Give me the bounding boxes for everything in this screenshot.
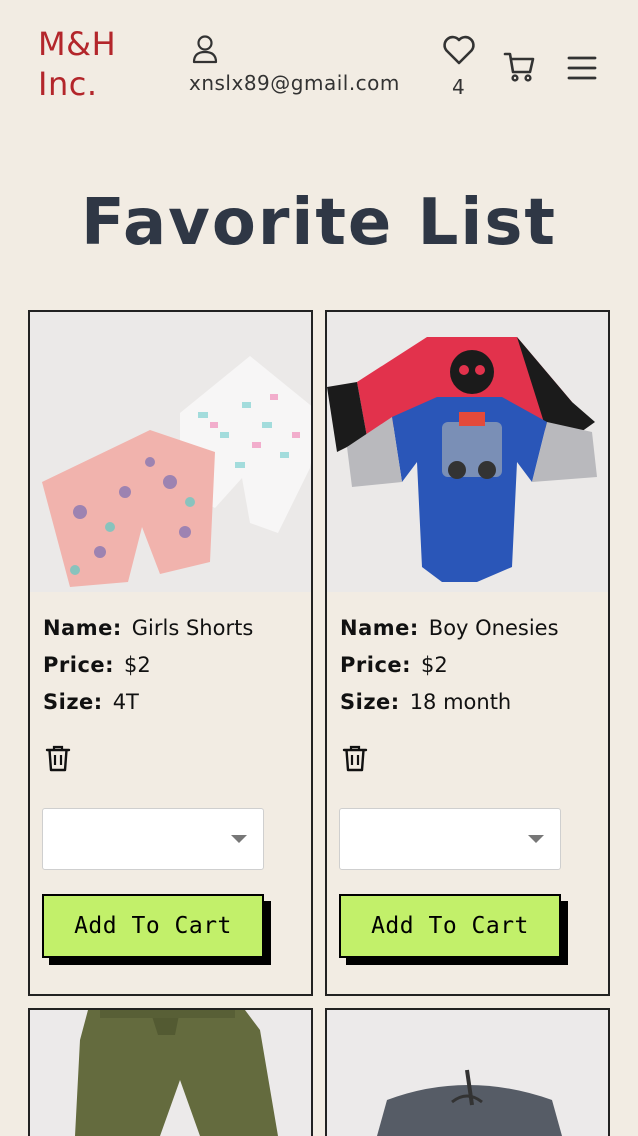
user-email[interactable]: xnslx89@gmail.com xyxy=(189,71,400,95)
favorite-card: Name: Girls Shorts Price: $2 Size: 4T Add T… xyxy=(28,310,313,996)
product-size: 4T xyxy=(112,690,139,714)
product-name: Girls Shorts xyxy=(131,616,254,640)
brand-logo[interactable]: M&H Inc. xyxy=(38,24,148,104)
size-select[interactable] xyxy=(339,808,561,870)
size-label: Size: xyxy=(340,690,400,714)
chevron-down-icon xyxy=(231,835,247,843)
product-image[interactable] xyxy=(30,312,311,592)
add-to-cart-button[interactable]: Add To Cart xyxy=(42,894,264,958)
menu-icon[interactable] xyxy=(566,54,598,82)
name-label: Name: xyxy=(43,616,122,640)
favorite-card xyxy=(28,1008,313,1136)
favorite-card: Name: Boy Onesies Price: $2 Size: 18 month … xyxy=(325,310,610,996)
chevron-down-icon xyxy=(528,835,544,843)
favorites-count: 4 xyxy=(452,75,465,99)
trash-icon[interactable] xyxy=(342,744,368,772)
user-icon[interactable] xyxy=(191,34,219,64)
page-title: Favorite List xyxy=(80,186,558,260)
add-to-cart-button[interactable]: Add To Cart xyxy=(339,894,561,958)
cart-icon[interactable] xyxy=(503,50,537,84)
product-image[interactable] xyxy=(30,1010,311,1136)
product-price: $2 xyxy=(124,653,151,677)
product-size: 18 month xyxy=(409,690,512,714)
site-header: M&H Inc. xnslx89@gmail.com 4 xyxy=(0,0,638,140)
product-image[interactable] xyxy=(327,1010,608,1136)
price-label: Price: xyxy=(340,653,412,677)
name-label: Name: xyxy=(340,616,419,640)
trash-icon[interactable] xyxy=(45,744,71,772)
product-name: Boy Onesies xyxy=(428,616,559,640)
size-label: Size: xyxy=(43,690,103,714)
price-label: Price: xyxy=(43,653,115,677)
product-price: $2 xyxy=(421,653,448,677)
size-select[interactable] xyxy=(42,808,264,870)
product-image[interactable] xyxy=(327,312,608,592)
favorite-card xyxy=(325,1008,610,1136)
heart-icon[interactable] xyxy=(442,34,476,66)
